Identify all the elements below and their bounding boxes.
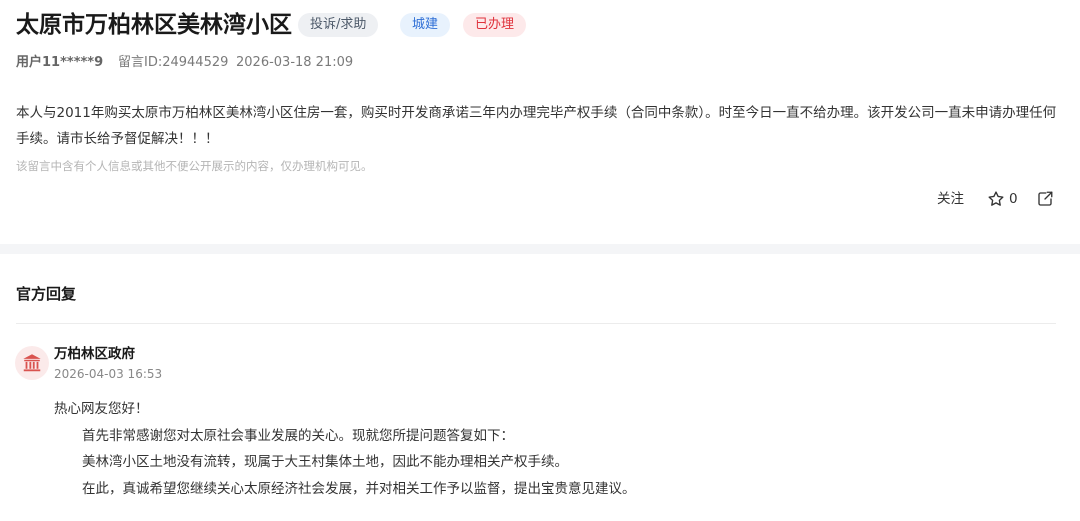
post-author: 用户11*****9 <box>16 55 104 70</box>
domain-tag[interactable]: 城建 <box>400 13 451 37</box>
like-count: 0 <box>1009 191 1018 207</box>
like-button[interactable]: 0 <box>987 187 1018 211</box>
post-content: 本人与2011年购买太原市万柏林区美林湾小区住房一套，购买时开发商承诺三年内办理… <box>16 105 1057 147</box>
reply-paragraph: 在此，真诚希望您继续关心太原经济社会发展，并对相关工作予以监督，提出宝贵意见建议… <box>82 481 636 497</box>
reply-time: 2026-04-03 16:53 <box>54 367 163 381</box>
government-building-icon <box>15 346 49 380</box>
section-divider <box>0 244 1080 254</box>
post-time: 2026-03-18 21:09 <box>236 55 354 70</box>
message-id: 留言ID:24944529 <box>118 55 229 70</box>
privacy-notice: 该留言中含有个人信息或其他不便公开展示的内容，仅办理机构可见。 <box>16 159 373 173</box>
heading-separator <box>16 323 1056 324</box>
share-button[interactable] <box>1036 187 1054 211</box>
official-reply-heading: 官方回复 <box>16 285 77 303</box>
reply-greeting: 热心网友您好！ <box>54 401 149 417</box>
status-badge: 已办理 <box>463 13 527 37</box>
reply-paragraph: 首先非常感谢您对太原社会事业发展的关心。现就您所提问题答复如下： <box>82 428 514 444</box>
reply-paragraph: 美林湾小区土地没有流转，现属于大王村集体土地，因此不能办理相关产权手续。 <box>82 454 568 470</box>
post-title: 太原市万柏林区美林湾小区 <box>16 12 292 38</box>
share-icon <box>1036 190 1054 208</box>
reply-org-name: 万柏林区政府 <box>54 346 135 362</box>
follow-button[interactable]: 关注 <box>937 187 964 211</box>
star-outline-icon <box>987 190 1005 208</box>
category-tag[interactable]: 投诉/求助 <box>298 13 379 37</box>
